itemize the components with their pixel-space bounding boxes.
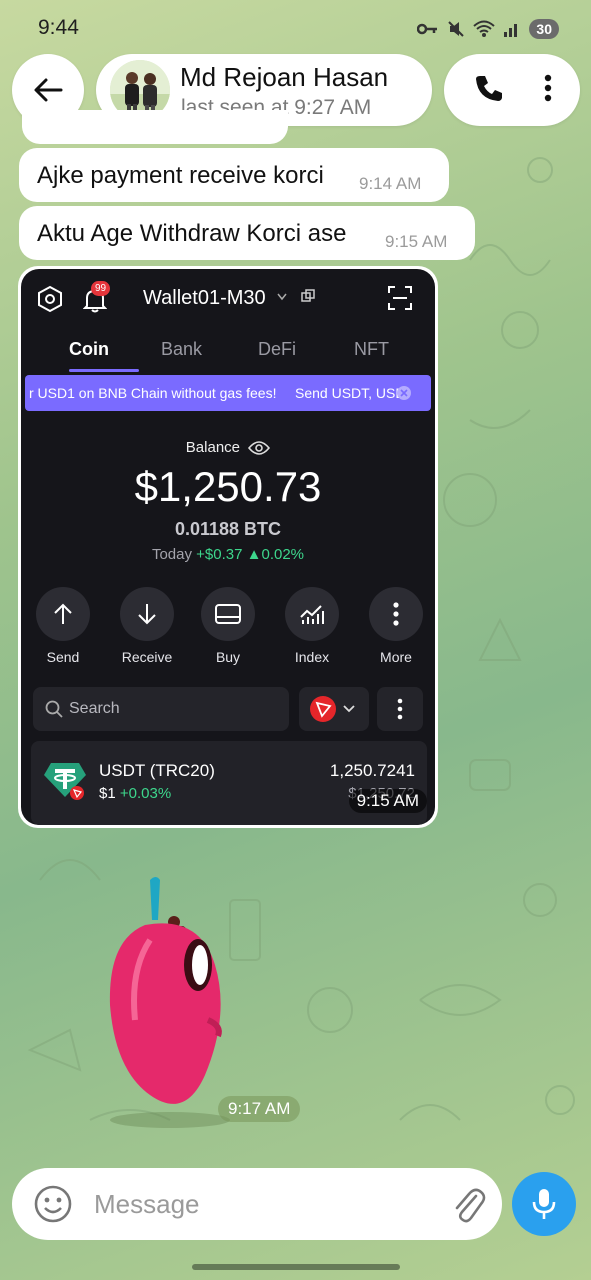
copy-icon: [301, 289, 315, 302]
home-indicator[interactable]: [192, 1264, 400, 1270]
triangle-up-icon: ▲: [246, 546, 262, 563]
token-name: USDT (TRC20): [99, 761, 215, 780]
message-time: 9:14 AM: [359, 174, 422, 193]
status-icons: 30: [417, 16, 559, 42]
message-bubble[interactable]: Ajke payment receive korci 9:14 AM: [19, 148, 449, 202]
message-input[interactable]: Message: [94, 1189, 200, 1220]
token-change: +0.03%: [119, 785, 172, 802]
token-price: $1: [99, 785, 116, 802]
action-label: Receive: [121, 649, 173, 665]
list-more-button: [377, 687, 423, 731]
balance-btc: 0.01188 BTC: [174, 519, 282, 539]
scan-icon: [388, 286, 412, 310]
search-placeholder: Search: [69, 700, 120, 717]
wifi-icon: [473, 20, 496, 37]
status-bar: 9:44 30: [0, 0, 591, 56]
wallet-screenshot: 99 Wallet01-M30 Coin Bank DeFi NFT r USD…: [21, 269, 435, 825]
voice-record-button[interactable]: [512, 1172, 576, 1236]
today-change: +$0.37: [196, 546, 243, 563]
more-options-button[interactable]: [544, 74, 552, 107]
today-change-row: Today +$0.37 ▲0.02%: [21, 546, 435, 563]
contact-name: Md Rejoan Hasan: [180, 62, 389, 92]
tab-coin: Coin: [69, 339, 109, 359]
network-filter: [299, 687, 369, 731]
message-composer: Message: [12, 1168, 502, 1240]
tab-defi: DeFi: [258, 339, 297, 359]
chevron-down-icon: [343, 705, 355, 713]
wallet-name: Wallet01-M30: [143, 287, 266, 309]
card-icon: [215, 604, 241, 624]
status-time: 9:44: [38, 16, 79, 39]
paperclip-icon[interactable]: [452, 1186, 486, 1224]
action-index: Index: [272, 587, 352, 665]
action-label: More: [380, 649, 412, 665]
call-button[interactable]: [473, 73, 503, 108]
message-bubble[interactable]: Aktu Age Withdraw Korci ase 9:15 AM: [19, 206, 475, 260]
microphone-icon: [532, 1189, 556, 1219]
today-label: Today: [151, 546, 192, 563]
message-text: Aktu Age Withdraw Korci ase: [37, 220, 347, 247]
header-actions: [444, 54, 580, 126]
balance-label: Balance: [185, 439, 241, 456]
search-icon: [45, 700, 63, 718]
emoji-icon[interactable]: [34, 1185, 72, 1223]
more-vertical-icon: [397, 698, 403, 720]
notification-badge: 99: [91, 281, 111, 296]
message-time: 9:15 AM: [385, 232, 448, 251]
action-label: Buy: [215, 649, 241, 665]
more-vertical-icon: [544, 74, 551, 101]
today-percent: 0.02%: [261, 546, 305, 563]
action-label: Send: [46, 649, 80, 665]
tab-bank: Bank: [161, 339, 203, 359]
promo-banner: r USD1 on BNB Chain without gas fees! Se…: [25, 375, 431, 411]
action-more: More: [356, 587, 435, 665]
balance-amount: $1,250.73: [134, 463, 322, 510]
action-receive: Receive: [107, 587, 187, 665]
image-timestamp: 9:15 AM: [348, 789, 427, 813]
token-price-row: $1 +0.03%: [99, 785, 171, 802]
tron-logo-icon: [310, 696, 336, 722]
back-arrow-icon: [34, 78, 63, 102]
message-bubble-partial[interactable]: [22, 110, 288, 144]
banner-text: r USD1 on BNB Chain without gas fees!: [29, 385, 277, 401]
message-text: Ajke payment receive korci: [37, 162, 324, 189]
tab-nft: NFT: [354, 339, 389, 359]
more-vertical-icon: [393, 602, 399, 626]
arrow-up-icon: [54, 603, 72, 624]
sticker-timestamp: 9:17 AM: [218, 1096, 301, 1122]
banner-text-secondary: Send USDT, USD: [295, 385, 406, 401]
action-label: Index: [294, 649, 330, 665]
phone-icon: [475, 75, 502, 101]
balance-label-row: Balance: [21, 439, 435, 456]
tether-logo-icon: [44, 763, 86, 800]
battery-indicator: 30: [529, 19, 559, 39]
chart-icon: [300, 605, 324, 624]
wallet-search: Search: [33, 687, 289, 731]
active-tab-indicator: [69, 369, 139, 372]
mute-icon: [448, 21, 465, 37]
key-icon: [417, 23, 438, 35]
image-message[interactable]: 99 Wallet01-M30 Coin Bank DeFi NFT r USD…: [18, 266, 438, 828]
token-amount: 1,250.7241: [329, 761, 415, 780]
arrow-down-icon: [138, 604, 156, 625]
action-send: Send: [23, 587, 103, 665]
action-buy: Buy: [188, 587, 268, 665]
chili-sticker[interactable]: [90, 870, 250, 1130]
settings-hexagon-icon: [38, 285, 62, 313]
eye-icon: [248, 441, 271, 455]
chevron-down-icon: [277, 293, 287, 301]
signal-icon: [504, 24, 518, 37]
close-icon: [397, 386, 411, 400]
